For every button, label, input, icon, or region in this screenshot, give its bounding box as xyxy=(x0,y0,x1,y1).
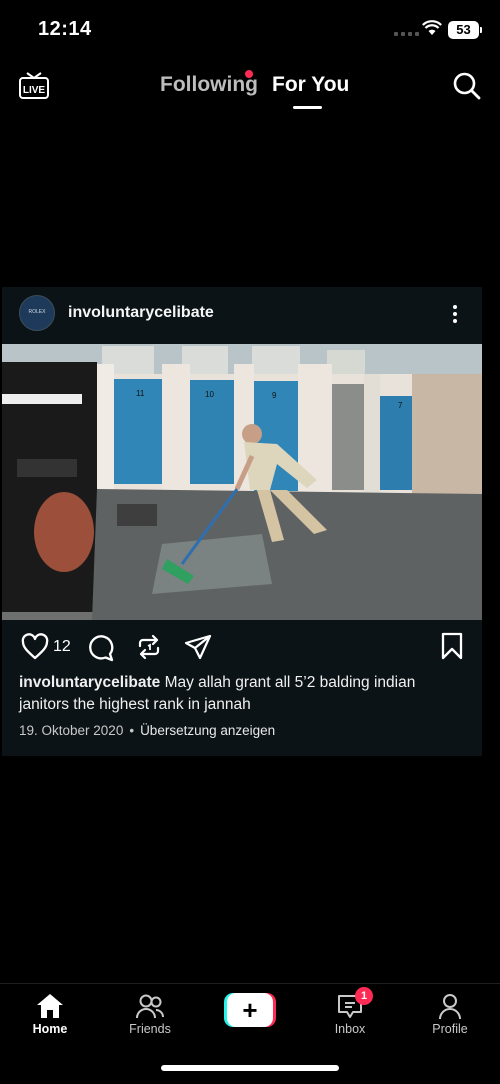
comment-icon[interactable] xyxy=(85,632,115,662)
door-number: 9 xyxy=(272,391,277,400)
more-options-icon[interactable] xyxy=(447,303,463,327)
post-meta: 19. Oktober 2020 • Übersetzung anzeigen xyxy=(19,723,275,738)
nav-profile[interactable]: Profile xyxy=(410,984,490,1036)
caption-username[interactable]: involuntarycelibate xyxy=(19,674,160,691)
cellular-signal-icon xyxy=(394,32,419,36)
plus-icon: + xyxy=(227,993,273,1027)
post-date: 19. Oktober 2020 xyxy=(19,723,124,738)
create-button[interactable]: + xyxy=(224,993,276,1027)
repost-icon[interactable] xyxy=(134,632,164,662)
home-indicator[interactable] xyxy=(161,1065,339,1071)
nav-inbox-label: Inbox xyxy=(334,1022,366,1036)
door-number: 11 xyxy=(136,389,145,398)
door-number: 7 xyxy=(398,401,403,410)
friends-icon xyxy=(136,994,164,1019)
tab-following[interactable]: Following xyxy=(160,73,258,97)
nav-friends[interactable]: Friends xyxy=(110,984,190,1036)
battery-indicator: 53 xyxy=(448,21,482,39)
status-time: 12:14 xyxy=(38,18,92,40)
search-icon[interactable] xyxy=(452,71,482,101)
nav-friends-label: Friends xyxy=(129,1022,171,1036)
nav-home-label: Home xyxy=(32,1022,68,1036)
post-username[interactable]: involuntarycelibate xyxy=(68,304,214,322)
status-bar: 12:14 53 xyxy=(0,0,500,60)
post-card[interactable]: ROLEX involuntarycelibate 11 10 9 7 12 i… xyxy=(2,287,482,756)
following-notification-dot xyxy=(245,70,253,78)
nav-inbox[interactable]: Inbox 1 xyxy=(310,984,390,1036)
avatar[interactable]: ROLEX xyxy=(19,295,55,331)
nav-home[interactable]: Home xyxy=(10,984,90,1036)
like-count: 12 xyxy=(53,638,71,655)
post-header: ROLEX involuntarycelibate xyxy=(2,287,482,342)
top-nav: LIVE Following For You xyxy=(0,60,500,116)
heart-icon[interactable] xyxy=(20,632,50,662)
door-number: 10 xyxy=(205,390,214,399)
post-actions: 12 xyxy=(2,632,482,668)
tab-for-you[interactable]: For You xyxy=(272,73,349,97)
translate-link[interactable]: Übersetzung anzeigen xyxy=(140,723,275,738)
live-icon[interactable]: LIVE xyxy=(18,70,50,100)
bookmark-icon[interactable] xyxy=(439,632,465,660)
wifi-icon xyxy=(422,20,442,35)
avatar-logo-text: ROLEX xyxy=(28,309,46,315)
meta-separator: • xyxy=(129,723,135,738)
post-caption: involuntarycelibate May allah grant all … xyxy=(19,672,469,716)
share-icon[interactable] xyxy=(183,633,213,663)
post-photo[interactable]: 11 10 9 7 xyxy=(2,344,482,620)
profile-icon xyxy=(439,994,461,1020)
inbox-badge: 1 xyxy=(355,987,373,1005)
photo-restroom-janitor-icon: 11 10 9 7 xyxy=(2,344,482,620)
home-icon xyxy=(37,994,63,1018)
nav-profile-label: Profile xyxy=(432,1022,468,1036)
active-tab-indicator xyxy=(293,106,322,109)
live-label: LIVE xyxy=(23,85,46,96)
